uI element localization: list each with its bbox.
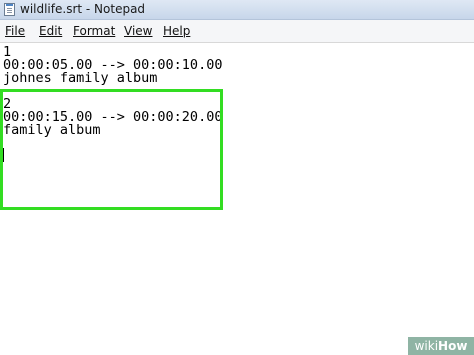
watermark-suffix: How xyxy=(438,339,468,353)
menu-view[interactable]: View xyxy=(124,24,152,38)
highlight-box xyxy=(0,89,223,210)
title-bar: wildlife.srt - Notepad xyxy=(0,0,474,20)
menu-bar: File Edit Format View Help xyxy=(0,20,474,43)
subtitle-text-line: johnes family album xyxy=(3,70,158,86)
menu-file[interactable]: File xyxy=(5,24,25,38)
notepad-icon xyxy=(4,3,15,16)
window-title: wildlife.srt - Notepad xyxy=(20,2,146,16)
text-caret xyxy=(3,148,4,162)
wikihow-watermark: wikiHow xyxy=(408,337,474,355)
menu-help[interactable]: Help xyxy=(163,24,190,38)
menu-format[interactable]: Format xyxy=(73,24,115,38)
text-editor-area[interactable]: 1 00:00:05.00 --> 00:00:10.00 johnes fam… xyxy=(0,43,474,355)
menu-edit[interactable]: Edit xyxy=(39,24,62,38)
watermark-prefix: wiki xyxy=(414,339,439,353)
